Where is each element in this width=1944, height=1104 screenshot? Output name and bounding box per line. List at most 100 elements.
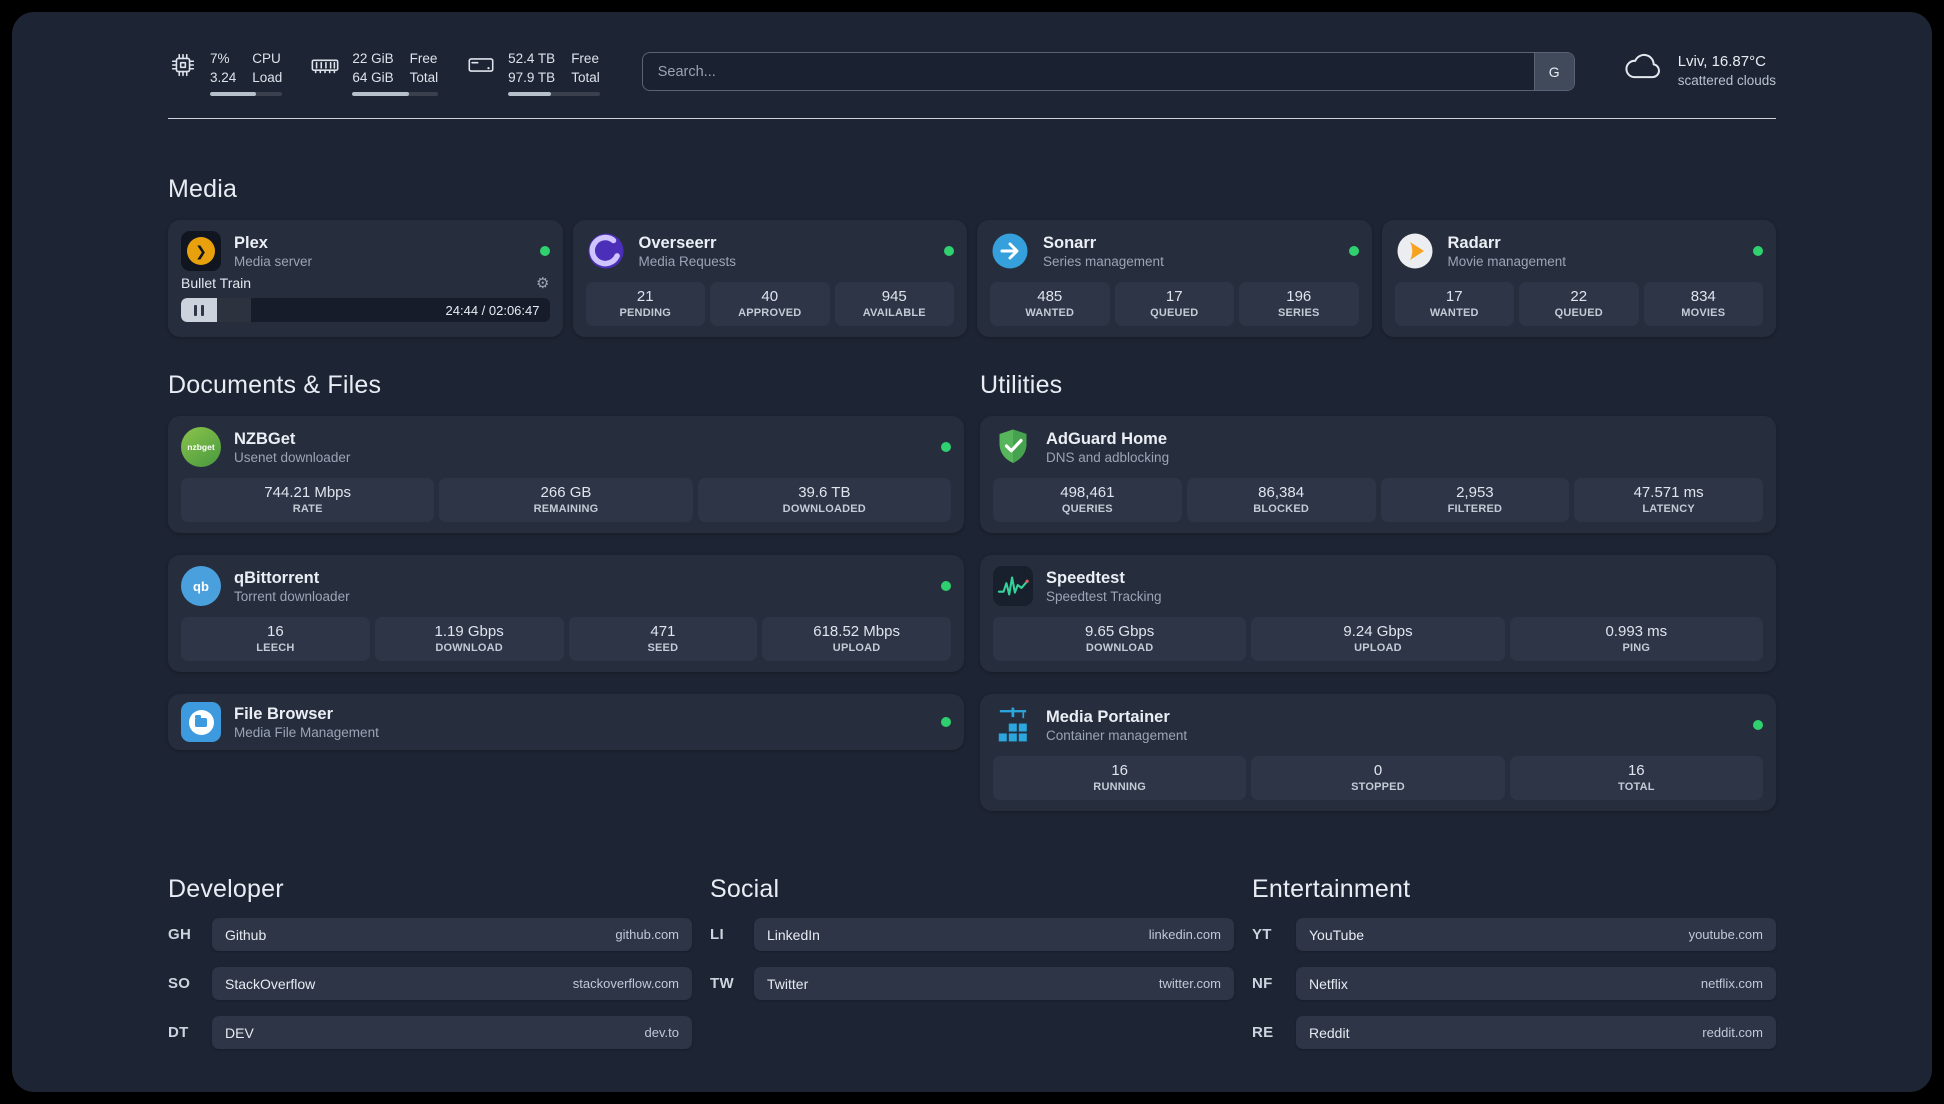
stat-label: DOWNLOAD xyxy=(435,642,503,655)
service-name: Radarr xyxy=(1447,234,1501,253)
cpu-usage-value: 7% xyxy=(210,51,230,66)
stat-box: 16 RUNNING xyxy=(993,756,1247,801)
bookmark-row: SO StackOverflow stackoverflow.com xyxy=(168,967,692,1001)
disk-free-value: 52.4 TB xyxy=(508,51,556,66)
memory-progress-fill xyxy=(352,92,409,97)
service-card-sonarr[interactable]: Sonarr Series management 485 WANTED 17 QUE… xyxy=(977,220,1372,338)
stat-value: 744.21 Mbps xyxy=(264,483,352,501)
bookmark-abbr: SO xyxy=(168,975,191,993)
bookmark-group-title: Entertainment xyxy=(1252,875,1411,904)
stat-label: PING xyxy=(1622,642,1651,655)
service-card-radarr[interactable]: Radarr Movie management 17 WANTED 22 QUEUE… xyxy=(1381,220,1776,338)
stat-box: 86,384 BLOCKED xyxy=(1186,478,1376,523)
stat-label: APPROVED xyxy=(738,307,802,320)
bookmark-group-social: Social LI LinkedIn linkedin.com TW Twitt… xyxy=(710,875,1234,1049)
bookmark-name: Github xyxy=(225,926,267,943)
stat-box: 16 LEECH xyxy=(181,617,370,662)
service-description: Media Requests xyxy=(638,253,737,269)
bookmark-linkedin[interactable]: LinkedIn linkedin.com xyxy=(754,918,1234,952)
section-title-utilities: Utilities xyxy=(980,371,1063,400)
stat-label: UPLOAD xyxy=(832,642,881,655)
bookmark-netflix[interactable]: Netflix netflix.com xyxy=(1296,967,1776,1001)
stat-box: 0.993 ms PING xyxy=(1509,617,1763,662)
bookmark-domain: netflix.com xyxy=(1700,976,1763,992)
service-card-speedtest[interactable]: Speedtest Speedtest Tracking 9.65 Gbps DO… xyxy=(980,555,1776,673)
stat-value: 0.993 ms xyxy=(1605,622,1668,640)
stat-box: 40 APPROVED xyxy=(710,282,830,327)
stat-value: 0 xyxy=(1373,761,1383,779)
service-card-filebrowser[interactable]: File Browser Media File Management xyxy=(168,694,964,751)
bookmark-dev[interactable]: DEV dev.to xyxy=(212,1016,692,1050)
stat-label: QUERIES xyxy=(1061,503,1113,516)
memory-total-label: Total xyxy=(409,69,439,85)
bookmark-domain: linkedin.com xyxy=(1148,927,1221,943)
service-stats: 17 WANTED 22 QUEUED 834 MOVIES xyxy=(1394,282,1763,327)
stat-value: 16 xyxy=(267,622,284,640)
stat-label: SERIES xyxy=(1277,307,1320,320)
service-card-adguard[interactable]: AdGuard Home DNS and adblocking 498,461 Q… xyxy=(980,416,1776,534)
service-text: Speedtest Speedtest Tracking xyxy=(1046,568,1162,604)
bookmark-domain: youtube.com xyxy=(1688,927,1763,943)
bookmark-twitter[interactable]: Twitter twitter.com xyxy=(754,967,1234,1001)
stat-label: QUEUED xyxy=(1150,307,1199,320)
bookmark-row: YT YouTube youtube.com xyxy=(1252,918,1776,952)
service-card-overseerr[interactable]: Overseerr Media Requests 21 PENDING 40 APP… xyxy=(572,220,967,338)
stat-value: 196 xyxy=(1286,287,1312,305)
stat-value: 17 xyxy=(1165,287,1183,305)
memory-widget: 22 GiB Free 64 GiB Total xyxy=(310,50,439,97)
service-name: File Browser xyxy=(234,705,334,724)
bookmark-domain: dev.to xyxy=(644,1025,679,1041)
service-name: qBittorrent xyxy=(234,569,320,588)
stat-box: 17 WANTED xyxy=(1394,282,1514,327)
stat-label: STOPPED xyxy=(1351,781,1405,794)
service-card-nzbget[interactable]: nzbget NZBGet Usenet downloader 744.21 M… xyxy=(168,416,964,534)
stat-box: 485 WANTED xyxy=(990,282,1110,327)
service-description: Media server xyxy=(234,253,313,269)
bookmark-row: TW Twitter twitter.com xyxy=(710,967,1234,1001)
service-description: Series management xyxy=(1043,253,1164,269)
dashboard-page: 7% CPU 3.24 Load 22 GiB Free 64 GiB Tota… xyxy=(12,12,1932,1092)
service-card-portainer[interactable]: Media Portainer Container management 16 R… xyxy=(980,694,1776,812)
playback-progress-bar[interactable]: 24:44 / 02:06:47 xyxy=(181,298,550,323)
status-dot xyxy=(1348,246,1359,257)
status-dot xyxy=(941,442,951,453)
service-description: Torrent downloader xyxy=(234,588,350,604)
bookmark-name: StackOverflow xyxy=(225,975,316,992)
plex-icon: ❯ xyxy=(181,231,221,272)
stat-box: 16 TOTAL xyxy=(1509,756,1763,801)
stat-value: 86,384 xyxy=(1258,483,1305,501)
bookmark-stackoverflow[interactable]: StackOverflow stackoverflow.com xyxy=(212,967,692,1001)
stat-value: 1.19 Gbps xyxy=(434,622,504,640)
stat-box: 21 PENDING xyxy=(585,282,705,327)
bookmark-github[interactable]: Github github.com xyxy=(212,918,692,952)
stat-value: 618.52 Mbps xyxy=(813,622,900,640)
search-engine-button[interactable]: G xyxy=(1533,53,1574,90)
service-card-qbittorrent[interactable]: qb qBittorrent Torrent downloader 16 LEEC… xyxy=(168,555,964,673)
service-text: File Browser Media File Management xyxy=(234,704,379,740)
status-dot xyxy=(539,246,550,257)
search-bar: G xyxy=(641,52,1575,91)
disk-progress-bar xyxy=(508,92,600,97)
service-card-plex[interactable]: ❯ Plex Media server Bullet Train ⚙ 24:44… xyxy=(168,220,563,338)
stat-label: MOVIES xyxy=(1681,307,1726,320)
settings-gear-icon[interactable]: ⚙ xyxy=(536,276,549,291)
stat-box: 196 SERIES xyxy=(1239,282,1359,327)
memory-total-value: 64 GiB xyxy=(352,69,394,85)
bookmark-youtube[interactable]: YouTube youtube.com xyxy=(1296,918,1776,952)
qbittorrent-icon: qb xyxy=(181,566,221,607)
bookmark-abbr: RE xyxy=(1252,1024,1274,1042)
service-description: DNS and adblocking xyxy=(1046,449,1170,465)
bookmark-name: Twitter xyxy=(767,975,809,992)
search-input[interactable] xyxy=(642,53,1534,90)
stat-value: 39.6 TB xyxy=(798,483,851,501)
stat-box: 47.571 ms LATENCY xyxy=(1574,478,1763,523)
bookmark-reddit[interactable]: Reddit reddit.com xyxy=(1296,1016,1776,1050)
stat-label: LEECH xyxy=(256,642,295,655)
service-name: AdGuard Home xyxy=(1046,430,1168,449)
stat-label: DOWNLOAD xyxy=(1085,642,1154,655)
stat-label: LATENCY xyxy=(1642,503,1695,516)
topbar: 7% CPU 3.24 Load 22 GiB Free 64 GiB Tota… xyxy=(168,12,1776,97)
disk-icon xyxy=(466,50,496,85)
pause-button[interactable] xyxy=(181,298,217,323)
bookmark-row: NF Netflix netflix.com xyxy=(1252,967,1776,1001)
